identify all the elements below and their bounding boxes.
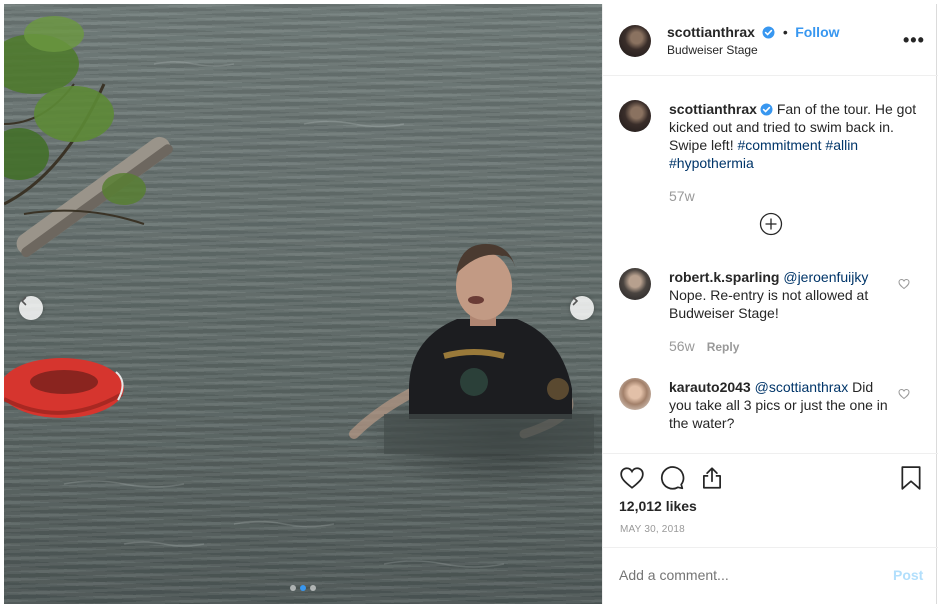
comment-meta: 56w Reply <box>669 338 739 356</box>
heart-icon <box>620 467 644 489</box>
comment-avatar[interactable] <box>619 378 651 410</box>
verified-icon <box>760 103 773 116</box>
comment-username[interactable]: karauto2043 <box>669 379 751 395</box>
likes-count[interactable]: 12,012 likes <box>619 498 697 514</box>
comment-mention[interactable]: @scottianthrax <box>755 379 849 395</box>
heart-icon <box>898 278 910 290</box>
follow-button[interactable]: Follow <box>795 24 839 40</box>
post-header: scottianthrax • Follow Budweiser Stage •… <box>603 4 938 76</box>
comment-mention[interactable]: @jeroenfuijky <box>783 269 868 285</box>
comment: karauto2043 @scottianthrax Did you take … <box>669 378 889 432</box>
comment-avatar[interactable] <box>619 268 651 300</box>
caption-timestamp[interactable]: 57w <box>669 188 695 204</box>
carousel-prev-button[interactable] <box>19 296 43 320</box>
hashtag-link[interactable]: #allin <box>825 137 858 153</box>
avatar[interactable] <box>619 25 651 57</box>
comment-icon <box>661 466 685 490</box>
load-more-comments-button[interactable] <box>759 212 783 236</box>
bookmark-icon <box>901 466 921 490</box>
chevron-left-icon <box>20 296 27 306</box>
location-link[interactable]: Budweiser Stage <box>667 43 758 57</box>
header-separator: • <box>782 24 788 40</box>
comment-like-button[interactable] <box>898 387 910 405</box>
comment-like-button[interactable] <box>898 277 910 295</box>
share-icon <box>703 467 721 489</box>
comment: robert.k.sparling @jeroenfuijky Nope. Re… <box>669 268 889 322</box>
post-panel: scottianthrax • Follow Budweiser Stage •… <box>602 4 938 604</box>
comment-timestamp[interactable]: 56w <box>669 338 695 354</box>
photo-scene <box>4 16 594 568</box>
post-comment-button[interactable]: Post <box>893 567 923 583</box>
comment-input[interactable] <box>619 567 879 583</box>
post-photo[interactable] <box>4 4 602 604</box>
post-date[interactable]: MAY 30, 2018 <box>620 524 685 535</box>
like-button[interactable] <box>619 465 645 496</box>
heart-icon <box>898 388 910 400</box>
share-button[interactable] <box>699 465 725 496</box>
chevron-right-icon <box>572 296 579 306</box>
caption-username[interactable]: scottianthrax <box>669 101 757 117</box>
caption: scottianthrax Fan of the tour. He got ki… <box>669 100 919 172</box>
reply-button[interactable]: Reply <box>707 340 740 354</box>
carousel-next-button[interactable] <box>570 296 594 320</box>
carousel-dot <box>310 585 316 591</box>
load-more-icon <box>759 212 783 236</box>
header-username[interactable]: scottianthrax <box>667 24 755 40</box>
hashtag-link[interactable]: #hypothermia <box>669 155 754 171</box>
comment-button[interactable] <box>659 465 685 496</box>
carousel-dot <box>290 585 296 591</box>
save-button[interactable] <box>899 465 923 496</box>
caption-avatar[interactable] <box>619 100 651 132</box>
hashtag-link[interactable]: #commitment <box>737 137 821 153</box>
carousel-indicator <box>290 585 316 591</box>
verified-icon <box>762 26 775 39</box>
comment-username[interactable]: robert.k.sparling <box>669 269 779 285</box>
header-user-row: scottianthrax • Follow <box>667 24 840 42</box>
comment-form: Post <box>603 547 938 604</box>
more-options-button[interactable]: ••• <box>903 30 925 51</box>
comment-text: Nope. Re-entry is not allowed at Budweis… <box>669 287 869 321</box>
carousel-dot-active <box>300 585 306 591</box>
